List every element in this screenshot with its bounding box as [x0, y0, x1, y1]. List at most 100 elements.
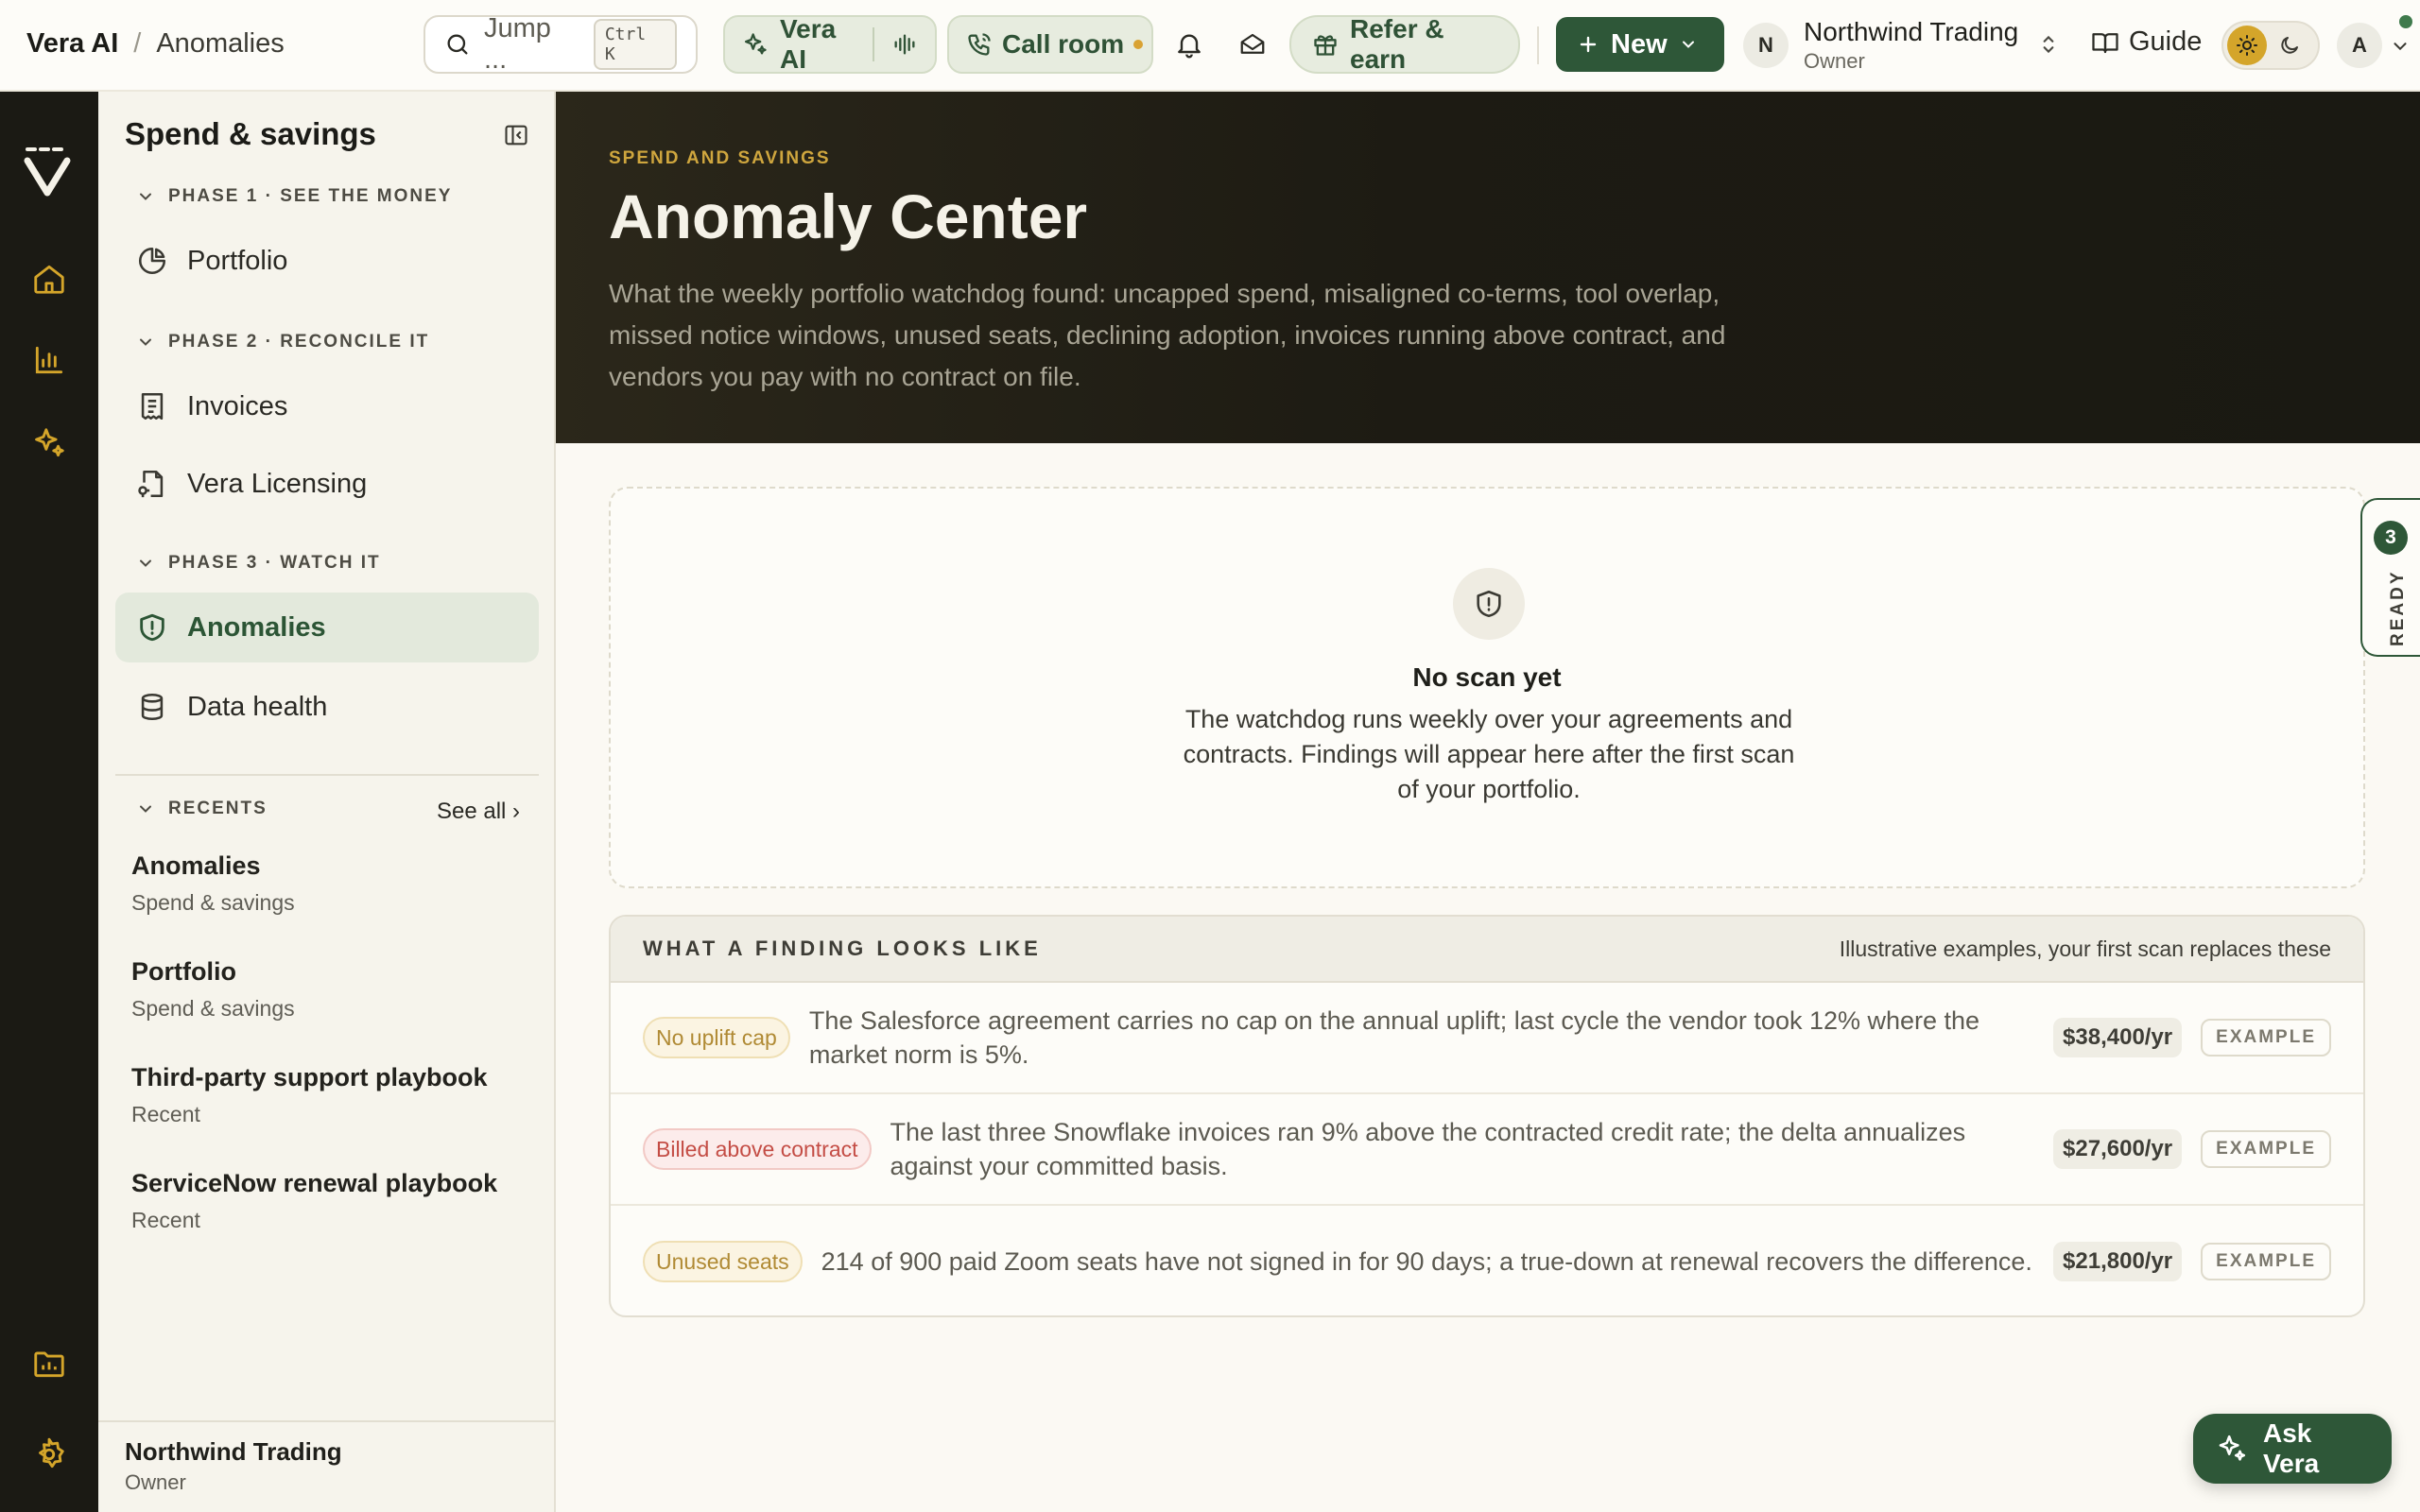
folder-chart-icon[interactable] [28, 1343, 70, 1384]
settings-gear-icon[interactable] [28, 1434, 70, 1475]
shield-alert-icon [136, 611, 168, 644]
breadcrumb-separator: / [133, 28, 142, 59]
theme-toggle[interactable] [2221, 21, 2320, 70]
chevron-down-icon [1679, 35, 1698, 54]
notifications-button[interactable] [1170, 26, 1208, 63]
ready-side-tab[interactable]: 3 READY [2360, 498, 2420, 657]
sidebar-item-invoices[interactable]: Invoices [115, 371, 539, 441]
example-badge: EXAMPLE [2201, 1243, 2331, 1280]
finding-row[interactable]: No uplift cap The Salesforce agreement c… [611, 983, 2363, 1094]
keyboard-shortcut-hint: Ctrl K [593, 19, 677, 70]
sparkles-icon [2216, 1433, 2248, 1465]
example-badge: EXAMPLE [2201, 1019, 2331, 1057]
breadcrumb-app[interactable]: Vera AI [26, 28, 118, 60]
ready-count-badge: 3 [2374, 521, 2408, 555]
finding-row[interactable]: Billed above contract The last three Sno… [611, 1094, 2363, 1206]
recent-item[interactable]: ServiceNow renewal playbook Recent [131, 1169, 497, 1233]
org-switcher[interactable]: Northwind Trading Owner [1804, 17, 2018, 74]
recent-item[interactable]: Anomalies Spend & savings [131, 851, 295, 916]
recents-header[interactable]: RECENTS [136, 799, 268, 819]
footer-org-role: Owner [125, 1470, 186, 1494]
phase-3-header[interactable]: PHASE 3 · WATCH IT [136, 553, 381, 574]
refer-and-earn-button[interactable]: Refer & earn [1289, 14, 1520, 74]
icon-rail [0, 92, 98, 1512]
phase-2-header[interactable]: PHASE 2 · RECONCILE IT [136, 332, 429, 352]
org-name: Northwind Trading [1804, 17, 2019, 46]
phase-2-label: PHASE 2 · RECONCILE IT [168, 332, 430, 352]
finding-text: 214 of 900 paid Zoom seats have not sign… [821, 1247, 2032, 1276]
new-label: New [1611, 28, 1668, 60]
sparkles-icon [742, 31, 769, 58]
example-findings-table: WHAT A FINDING LOOKS LIKE Illustrative e… [609, 915, 2365, 1317]
chevron-down-icon [136, 799, 155, 818]
phase-1-header[interactable]: PHASE 1 · SEE THE MONEY [136, 186, 452, 207]
sidebar-footer-account[interactable]: Northwind Trading Owner [125, 1437, 342, 1495]
phone-icon [966, 31, 993, 58]
new-button[interactable]: New [1556, 17, 1724, 72]
finding-amount: $21,800/yr [2053, 1242, 2183, 1281]
empty-state-description: The watchdog runs weekly over your agree… [1183, 705, 1795, 803]
recent-subtitle: Spend & savings [131, 890, 295, 915]
sidebar-item-label: Portfolio [187, 245, 288, 276]
recent-subtitle: Recent [131, 1102, 200, 1126]
chevron-down-icon [136, 187, 155, 206]
footer-org-name: Northwind Trading [125, 1437, 342, 1466]
recent-item[interactable]: Third-party support playbook Recent [131, 1063, 488, 1127]
breadcrumb: Vera AI / Anomalies [26, 28, 285, 60]
see-all-link[interactable]: See all › [437, 799, 520, 825]
guide-label: Guide [2129, 26, 2203, 57]
sidebar-item-vera-licensing[interactable]: Vera Licensing [115, 449, 539, 519]
sparkles-icon[interactable] [28, 422, 70, 464]
shield-alert-icon [1453, 568, 1525, 640]
user-avatar[interactable]: A [2337, 23, 2382, 68]
bar-chart-icon[interactable] [28, 339, 70, 381]
home-icon[interactable] [28, 258, 70, 300]
ask-vera-button[interactable]: Ask Vera [2193, 1414, 2392, 1484]
jump-search-button[interactable]: Jump ... Ctrl K [424, 13, 698, 75]
online-status-dot [2399, 15, 2412, 28]
voice-button[interactable] [874, 17, 935, 72]
finding-row[interactable]: Unused seats 214 of 900 paid Zoom seats … [611, 1206, 2363, 1315]
plus-icon [1577, 33, 1599, 56]
breadcrumb-current-page: Anomalies [156, 28, 285, 59]
finding-text: The last three Snowflake invoices ran 9%… [890, 1118, 1966, 1180]
vera-ai-pill: Vera AI [723, 14, 937, 74]
book-open-icon [2091, 28, 2119, 57]
chevrons-up-down-icon[interactable] [2036, 32, 2061, 57]
chevron-down-icon [136, 333, 155, 352]
call-room-button[interactable]: Call room [947, 15, 1153, 74]
org-role: Owner [1804, 49, 1865, 73]
inbox-button[interactable] [1234, 26, 1271, 63]
finding-amount: $38,400/yr [2053, 1018, 2183, 1057]
sidebar-item-portfolio[interactable]: Portfolio [115, 226, 539, 296]
phase-3-label: PHASE 3 · WATCH IT [168, 553, 381, 573]
sidebar-title: Spend & savings [125, 116, 376, 151]
recent-title: Third-party support playbook [131, 1063, 488, 1091]
vera-ai-button[interactable]: Vera AI [725, 14, 873, 74]
recent-subtitle: Spend & savings [131, 996, 295, 1021]
search-icon [444, 31, 471, 58]
refer-label: Refer & earn [1350, 14, 1444, 74]
page-title: Anomaly Center [609, 181, 1088, 251]
recent-title: ServiceNow renewal playbook [131, 1169, 498, 1197]
ask-vera-label: Ask Vera [2263, 1418, 2320, 1478]
org-avatar[interactable]: N [1743, 23, 1789, 68]
gift-icon [1312, 31, 1339, 58]
empty-state-title: No scan yet [1412, 662, 1562, 692]
empty-state-card: No scan yet The watchdog runs weekly ove… [609, 487, 2365, 888]
sun-icon[interactable] [2227, 26, 2267, 65]
recent-subtitle: Recent [131, 1208, 200, 1232]
document-key-icon [136, 468, 168, 500]
sidebar-item-data-health[interactable]: Data health [115, 672, 539, 742]
brand-logo[interactable] [21, 145, 78, 201]
page-description: What the weekly portfolio watchdog found… [609, 279, 1726, 391]
sidebar-collapse-icon[interactable] [503, 122, 529, 148]
recent-title: Portfolio [131, 957, 236, 986]
chevron-down-icon[interactable] [2390, 36, 2411, 57]
findings-title: WHAT A FINDING LOOKS LIKE [643, 936, 1042, 960]
moon-icon[interactable] [2278, 34, 2301, 57]
example-badge: EXAMPLE [2201, 1130, 2331, 1168]
guide-button[interactable]: Guide [2091, 26, 2202, 58]
recent-item[interactable]: Portfolio Spend & savings [131, 957, 295, 1022]
sidebar-item-anomalies[interactable]: Anomalies [115, 593, 539, 662]
